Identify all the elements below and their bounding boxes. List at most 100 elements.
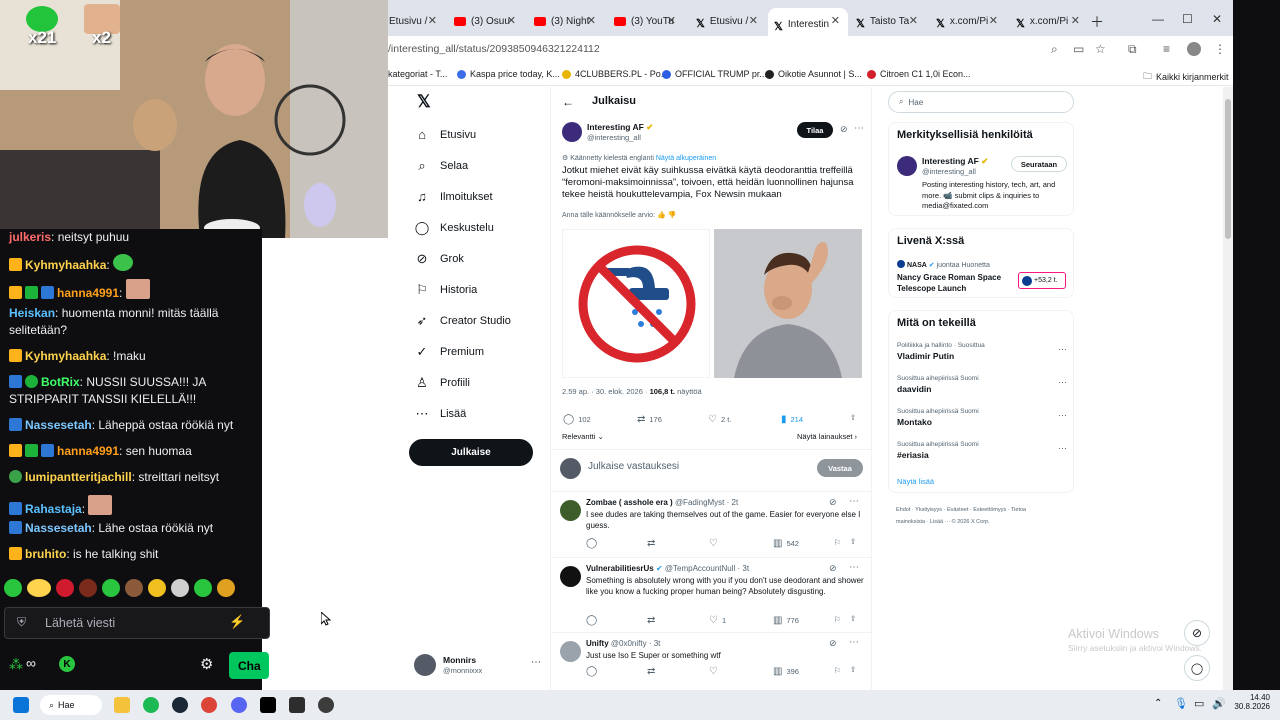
subscribe-button[interactable]: Tilaa (797, 122, 833, 138)
file-explorer-icon[interactable] (114, 697, 130, 713)
maximize-icon[interactable]: ☐ (1182, 12, 1193, 26)
emote-icon[interactable] (102, 579, 120, 597)
tab-5[interactable]: 𝕏 Etusivu / ✕ (690, 8, 766, 34)
show-original-link[interactable]: Näytä alkuperäinen (656, 155, 716, 162)
sort-dropdown[interactable]: Relevantti ⌄ (562, 432, 604, 441)
emote-icon[interactable] (194, 579, 212, 597)
zoom-icon[interactable]: ⌕ (1051, 42, 1058, 57)
bookmark-item[interactable]: 4CLUBBERS.PL - Po... (562, 69, 668, 79)
more-icon[interactable]: ⋯ (849, 496, 859, 507)
nav-notifications[interactable]: ♫ Ilmoitukset (414, 189, 492, 204)
person-name[interactable]: Interesting AF ✔ (922, 156, 988, 167)
microphone-icon[interactable]: 🎙 (1174, 697, 1188, 710)
close-icon[interactable]: ✕ (749, 14, 758, 27)
more-icon[interactable]: ⋯ (854, 123, 864, 134)
windows-start-icon[interactable] (13, 697, 29, 713)
bookmark-item[interactable]: OFFICIAL TRUMP pr... (662, 69, 767, 79)
quotes-link[interactable]: Näytä lainaukset › (797, 432, 857, 441)
trend-item[interactable]: Suosittua aihepiirissä Suomi daavidin ⋯ (897, 375, 1067, 394)
star-icon[interactable]: ☆ (1095, 42, 1106, 56)
more-icon[interactable]: ⋯ (531, 657, 541, 668)
close-icon[interactable]: ✕ (831, 14, 840, 27)
nav-messages[interactable]: ◯ Keskustelu (414, 220, 494, 236)
reply-item[interactable]: Unifty @0x0nifty · 3t ⊘ ⋯ Just use Iso E… (551, 632, 873, 690)
tab-2[interactable]: (3) Osuu ✕ (448, 8, 524, 34)
views-stat[interactable]: ▥ 396 (773, 666, 799, 677)
steam-icon[interactable] (172, 697, 188, 713)
emote-picker-icon[interactable]: ⚡ (229, 614, 245, 630)
chat-send-button[interactable]: Cha (229, 652, 269, 679)
spotify-icon[interactable] (143, 697, 159, 713)
reply-button[interactable]: Vastaa (817, 459, 863, 477)
live-host[interactable]: NASA ✔ juontaa Huonetta (897, 260, 990, 269)
chrome-icon[interactable] (201, 697, 217, 713)
close-icon[interactable]: ✕ (1071, 14, 1080, 27)
post-author[interactable]: Interesting AF ✔ (587, 122, 653, 133)
following-button[interactable]: Seurataan (1011, 156, 1067, 172)
nav-explore[interactable]: ⌕ Selaa (414, 158, 468, 174)
bookmark-item[interactable]: Oikotie Asunnot | S... (765, 69, 862, 79)
x-app-icon[interactable] (260, 697, 276, 713)
emote-icon[interactable] (27, 579, 51, 597)
shield-icon[interactable]: ⛨ (17, 615, 26, 630)
listener-count[interactable]: +53,2 t. (1018, 272, 1066, 289)
taskbar-search[interactable]: ⌕ Hae (40, 695, 102, 715)
nav-premium[interactable]: ✓ Premium (414, 344, 484, 360)
x-logo-icon[interactable]: 𝕏 (417, 92, 431, 112)
grok-icon[interactable]: ⊘ (840, 124, 848, 135)
playlist-icon[interactable]: ≡ (1163, 42, 1170, 56)
tab-4[interactable]: (3) YouTu ✕ (608, 8, 684, 34)
trend-item[interactable]: Suosittua aihepiirissä Suomi Montako ⋯ (897, 408, 1067, 427)
reply-action[interactable]: ◯ (586, 538, 601, 549)
like-action[interactable]: ♡ (709, 538, 722, 549)
nav-grok[interactable]: ⊘ Grok (414, 251, 464, 267)
grok-icon[interactable]: ⊘ (829, 563, 837, 574)
app-icon[interactable] (289, 697, 305, 713)
chat-username[interactable]: Kyhmyhaahka (25, 258, 106, 272)
chat-username[interactable]: Rahastaja (25, 502, 82, 516)
share-icon[interactable]: ⇧ (850, 537, 856, 546)
emote-icon[interactable] (125, 579, 143, 597)
more-icon[interactable]: ⋯ (849, 637, 859, 648)
bookmark-icon[interactable]: ⚐ (834, 615, 841, 624)
settings-gear-icon[interactable]: ⚙ (200, 655, 213, 673)
views-stat[interactable]: ▥ 542 (773, 538, 799, 549)
bookmark-item[interactable]: Citroen C1 1,0i Econ... (867, 69, 971, 79)
thumbs-up-icon[interactable]: 👍 (657, 212, 666, 219)
close-icon[interactable]: ✕ (428, 14, 437, 27)
minimize-icon[interactable]: — (1152, 12, 1164, 26)
close-window-icon[interactable]: ✕ (1212, 12, 1222, 26)
chrome-profile-avatar[interactable] (1187, 42, 1201, 56)
scrollbar[interactable] (1223, 87, 1233, 690)
man-smelling-image[interactable] (714, 229, 862, 378)
avatar[interactable] (897, 156, 917, 176)
network-icon[interactable]: ▭ (1194, 697, 1204, 710)
more-icon[interactable]: ⋯ (1058, 410, 1067, 421)
cast-icon[interactable]: ▭ (1073, 42, 1084, 56)
share-icon[interactable]: ⇧ (850, 614, 856, 623)
chat-username[interactable]: hanna4991 (57, 286, 119, 300)
avatar[interactable] (562, 122, 582, 142)
close-icon[interactable]: ✕ (989, 14, 998, 27)
close-icon[interactable]: ✕ (507, 14, 516, 27)
like-action[interactable]: ♡ 1 (709, 615, 726, 626)
chat-username[interactable]: lumipantteritjachill (25, 470, 132, 484)
search-input[interactable]: ⌕ Hae (888, 91, 1074, 113)
reply-action[interactable]: ◯ (586, 615, 601, 626)
chat-username[interactable]: hanna4991 (57, 444, 119, 458)
chevron-up-icon[interactable]: ⌃ (1154, 698, 1162, 709)
tab-7[interactable]: 𝕏 Taisto Ta ✕ (850, 8, 926, 34)
infinity-icon[interactable]: ∞ (26, 655, 36, 671)
extensions-icon[interactable]: ⧉ (1128, 42, 1137, 57)
clock[interactable]: 14.40 30.8.2026 (1230, 693, 1270, 711)
more-icon[interactable]: ⋯ (1058, 344, 1067, 355)
like-action[interactable]: ♡ (709, 666, 722, 677)
repost-action[interactable]: ⇄ (647, 615, 659, 626)
share-icon[interactable]: ⇧ (850, 665, 856, 674)
trend-item[interactable]: Suosittua aihepiirissä Suomi #eriasia ⋯ (897, 441, 1067, 460)
live-title[interactable]: Nancy Grace Roman Space Telescope Launch (897, 273, 1009, 294)
share-icon[interactable]: ⇧ (850, 413, 856, 422)
grok-icon[interactable]: ⊘ (829, 638, 837, 649)
reply-input[interactable]: Julkaise vastauksesi (588, 461, 679, 472)
emote-icon[interactable] (79, 579, 97, 597)
